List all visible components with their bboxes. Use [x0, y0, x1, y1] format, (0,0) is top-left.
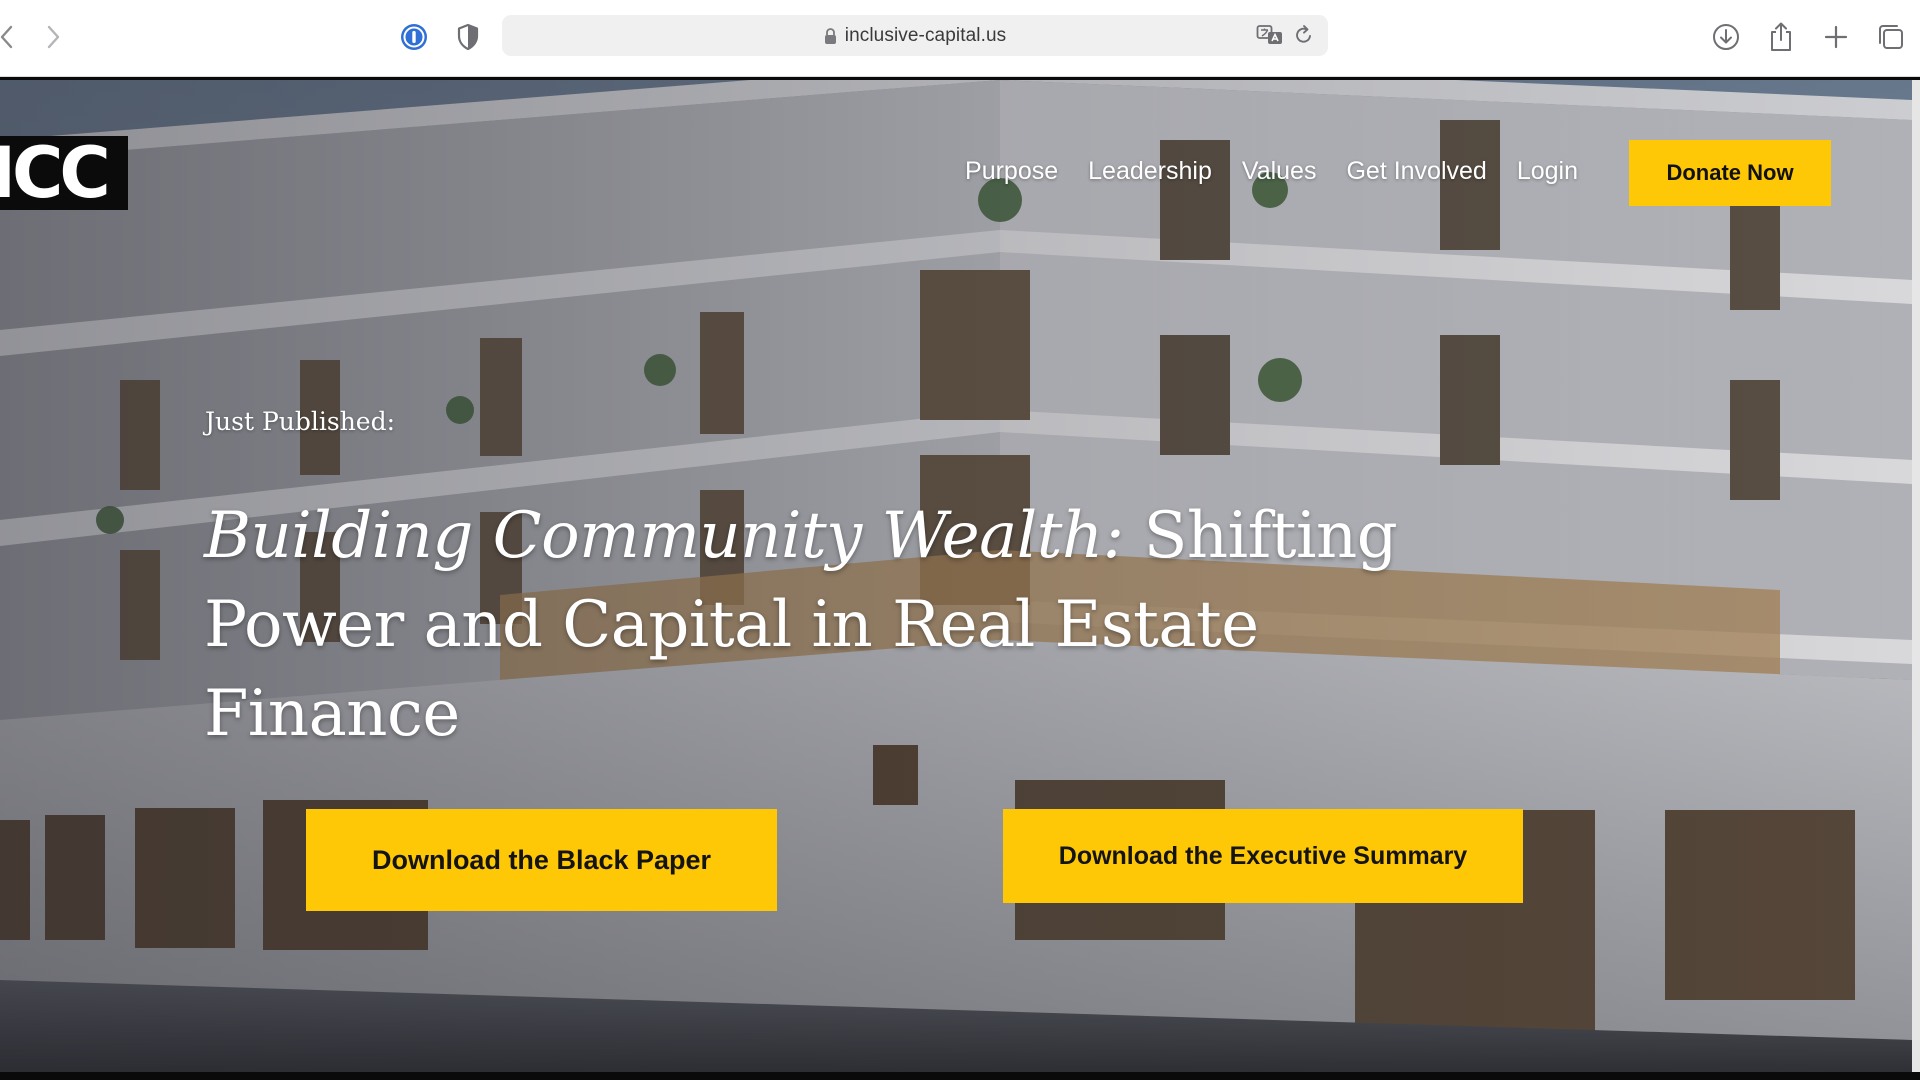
privacy-button[interactable]	[453, 22, 483, 52]
tabs-icon	[1879, 25, 1903, 49]
reload-icon	[1296, 25, 1311, 43]
share-icon	[1771, 22, 1791, 51]
translate-icon	[1256, 25, 1282, 44]
nav-leadership[interactable]: Leadership	[1088, 157, 1212, 186]
nav-login[interactable]: Login	[1517, 157, 1578, 186]
page-scrollbar[interactable]	[1912, 80, 1920, 1072]
lock-icon	[824, 27, 836, 44]
new-tab-button[interactable]	[1819, 20, 1853, 54]
browser-toolbar: inclusive-capital.us	[0, 0, 1920, 77]
hero-headline: Building Community Wealth: Shifting Powe…	[204, 492, 1524, 759]
site-logo[interactable]: ICC	[0, 136, 128, 210]
nav-purpose[interactable]: Purpose	[965, 157, 1058, 186]
shield-icon	[457, 23, 479, 51]
forward-button[interactable]	[40, 22, 66, 52]
password-manager-button[interactable]	[399, 22, 429, 52]
back-button[interactable]	[0, 22, 20, 52]
hero-headline-italic: Building Community Wealth:	[204, 499, 1124, 573]
url-text: inclusive-capital.us	[844, 24, 1007, 46]
page-viewport: ICC Purpose Leadership Values Get Involv…	[0, 80, 1912, 1072]
reload-button[interactable]	[1294, 24, 1314, 46]
download-black-paper-button[interactable]: Download the Black Paper	[306, 809, 777, 911]
nav-get-involved[interactable]: Get Involved	[1346, 157, 1486, 186]
translate-button[interactable]	[1256, 24, 1284, 46]
password-manager-icon	[401, 24, 427, 50]
chevron-left-icon	[0, 25, 13, 49]
share-button[interactable]	[1764, 20, 1798, 54]
site-nav: Purpose Leadership Values Get Involved L…	[965, 157, 1578, 186]
chevron-right-icon	[47, 25, 60, 49]
nav-values[interactable]: Values	[1242, 157, 1317, 186]
download-executive-summary-button[interactable]: Download the Executive Summary	[1003, 809, 1523, 903]
donate-now-button[interactable]: Donate Now	[1629, 140, 1831, 206]
download-icon	[1713, 24, 1739, 50]
address-bar[interactable]: inclusive-capital.us	[502, 15, 1328, 56]
tab-overview-button[interactable]	[1874, 20, 1908, 54]
downloads-button[interactable]	[1709, 20, 1743, 54]
hero-eyebrow: Just Published:	[205, 407, 396, 436]
plus-icon	[1824, 25, 1848, 49]
